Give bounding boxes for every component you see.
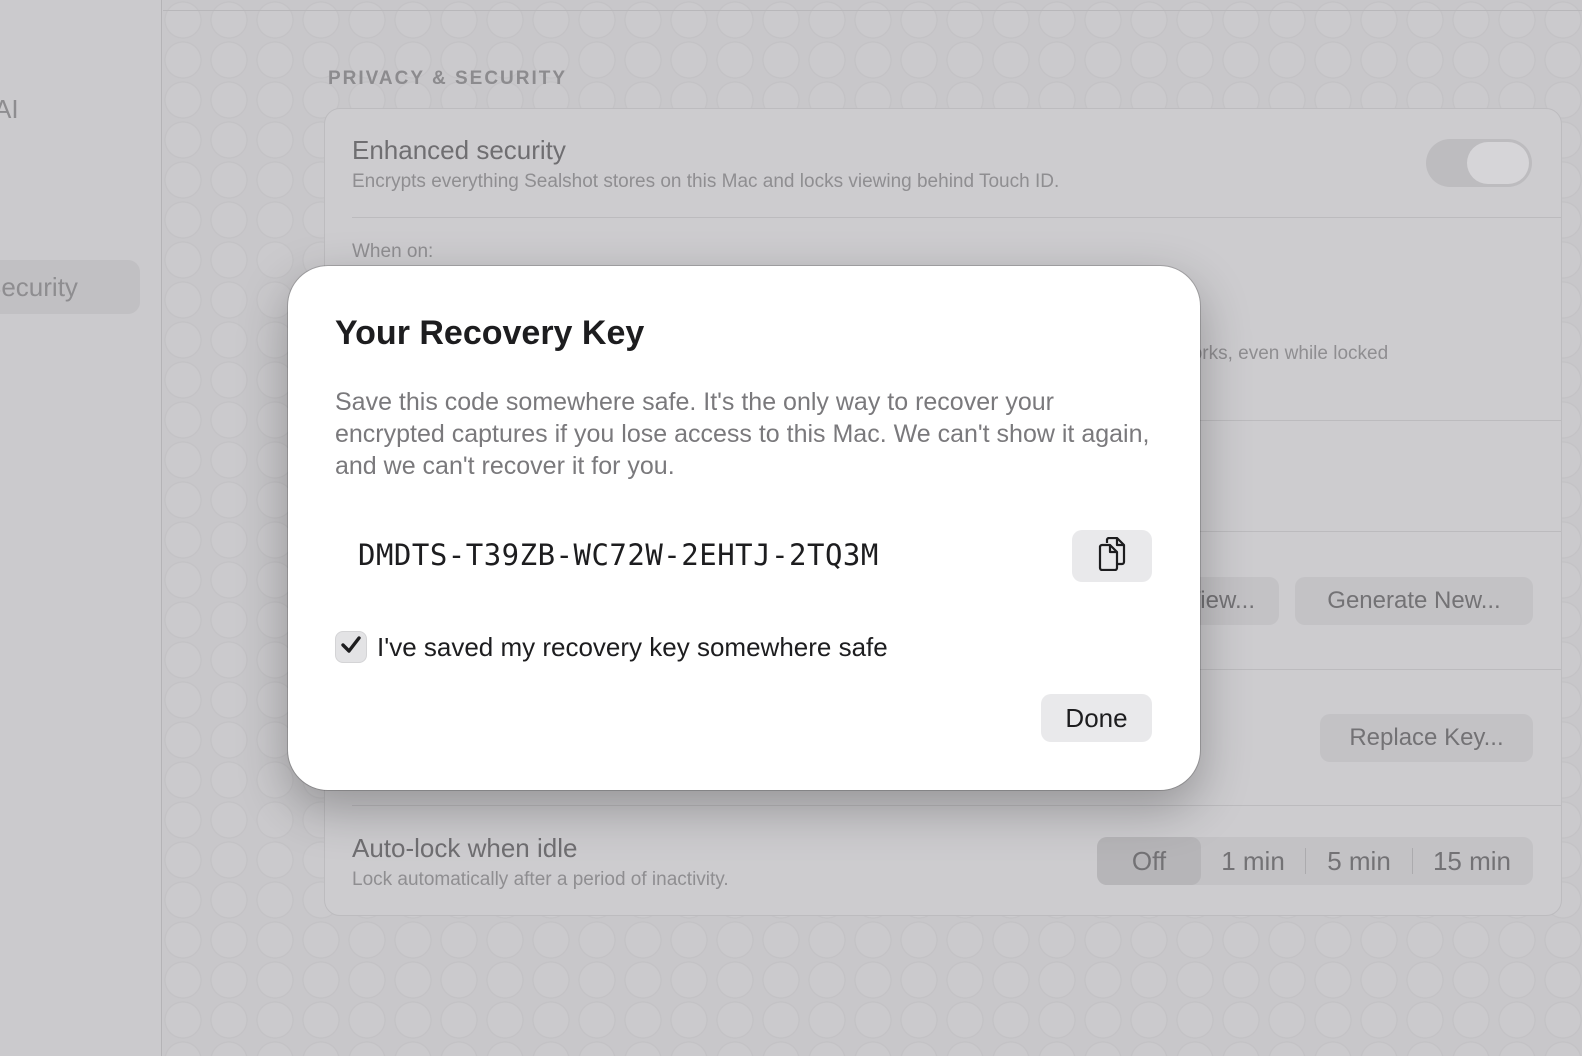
- auto-lock-option-off[interactable]: Off: [1097, 837, 1201, 885]
- dialog-message: Save this code somewhere safe. It's the …: [335, 388, 1150, 480]
- section-title: PRIVACY & SECURITY: [328, 68, 568, 89]
- sidebar-item-ai[interactable]: AI: [0, 82, 140, 136]
- sidebar: AI Security: [0, 0, 162, 1056]
- divider: [352, 805, 1561, 806]
- app-window: AI Security PRIVACY & SECURITY Enhanced …: [0, 0, 1582, 1056]
- divider: [352, 217, 1561, 218]
- recovery-key-text[interactable]: DMDTS-T39ZB-WC72W-2EHTJ-2TQ3M: [358, 538, 879, 572]
- enhanced-security-toggle[interactable]: [1426, 139, 1532, 187]
- auto-lock-option-1-min[interactable]: 1 min: [1201, 837, 1305, 885]
- recovery-key-dialog: Your Recovery Key Save this code somewhe…: [288, 266, 1200, 790]
- dialog-title: Your Recovery Key: [335, 314, 645, 352]
- toggle-knob: [1467, 142, 1529, 184]
- enhanced-security-subtitle: Encrypts everything Sealshot stores on t…: [352, 171, 1060, 192]
- auto-lock-option-15-min[interactable]: 15 min: [1413, 837, 1531, 885]
- auto-lock-title: Auto-lock when idle: [352, 833, 578, 863]
- done-button[interactable]: Done: [1041, 694, 1152, 742]
- sidebar-item-label: Security: [0, 271, 78, 302]
- sidebar-item-label: AI: [0, 93, 19, 124]
- checkbox-label[interactable]: I've saved my recovery key somewhere saf…: [377, 631, 888, 663]
- enhanced-security-title: Enhanced security: [352, 135, 566, 165]
- replace-key-label: Replace Key...: [1349, 724, 1504, 751]
- auto-lock-subtitle: Lock automatically after a period of ina…: [352, 869, 729, 890]
- copy-icon: [1097, 536, 1127, 576]
- generate-new-label: Generate New...: [1327, 587, 1501, 614]
- copy-key-button[interactable]: [1072, 530, 1152, 582]
- saved-confirmation-checkbox[interactable]: [335, 631, 367, 663]
- replace-key-button[interactable]: Replace Key...: [1320, 714, 1533, 762]
- auto-lock-option-5-min[interactable]: 5 min: [1306, 837, 1412, 885]
- sidebar-item-security[interactable]: Security: [0, 260, 140, 314]
- checkmark-icon: [340, 635, 362, 660]
- generate-new-button[interactable]: Generate New...: [1295, 577, 1533, 625]
- auto-lock-segmented-control: Off 1 min 5 min 15 min: [1097, 837, 1533, 885]
- feature-description-partial: works, even while locked: [1178, 343, 1389, 364]
- divider: [163, 10, 1582, 11]
- when-on-label: When on:: [352, 241, 434, 262]
